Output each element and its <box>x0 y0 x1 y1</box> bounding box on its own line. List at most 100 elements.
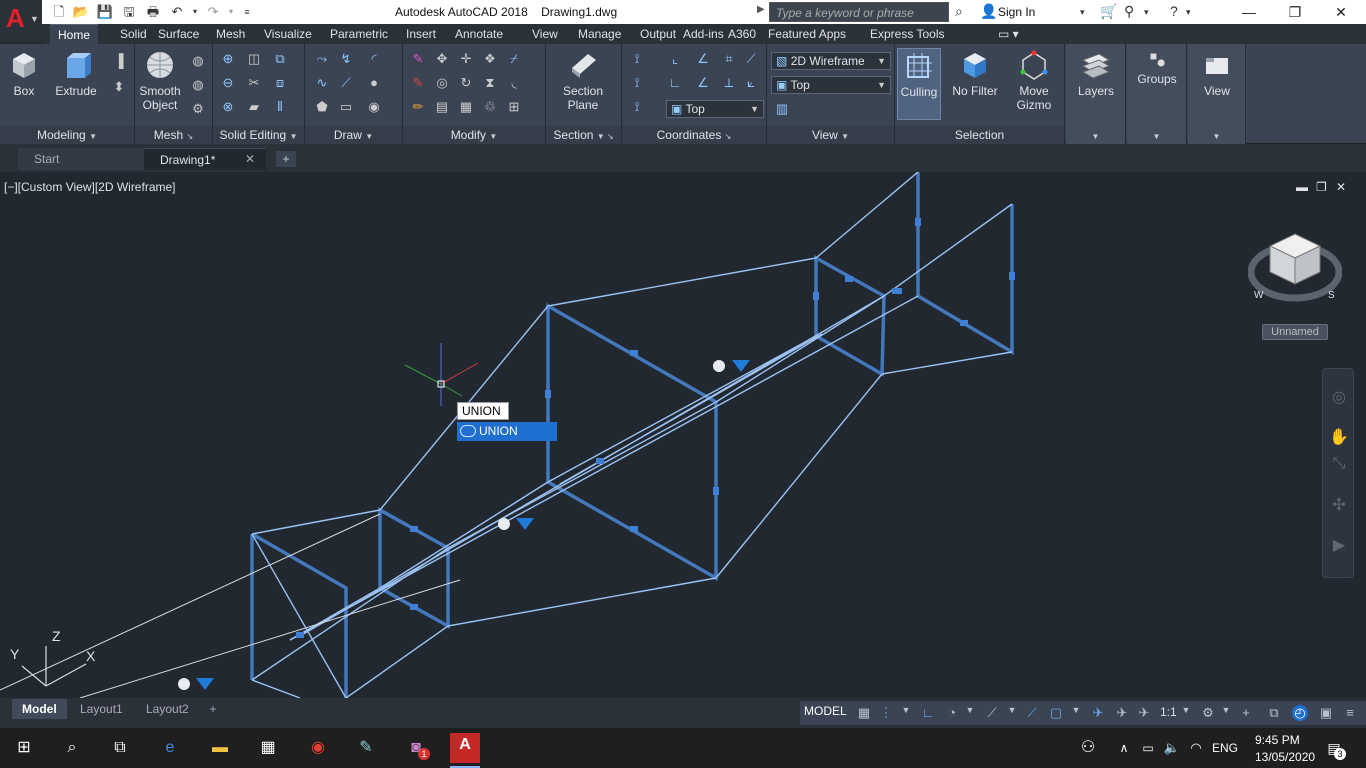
extract-edges-icon[interactable]: ⧈ <box>271 74 289 92</box>
line2-icon[interactable]: ⟋ <box>337 74 355 92</box>
thicken-icon[interactable]: ▰ <box>245 98 263 116</box>
groups-button[interactable]: Groups <box>1133 50 1181 86</box>
solid-history-icon[interactable]: ⧉ <box>271 50 289 68</box>
rectangle-icon[interactable]: ▭ <box>337 98 355 116</box>
binoculars-icon[interactable]: ⌕ <box>955 3 963 20</box>
hardware-acceleration-icon[interactable]: ▣ <box>1318 705 1334 721</box>
polar-dropdown-icon[interactable]: ▼ <box>962 705 978 721</box>
polysolid-icon[interactable]: ▐ <box>110 52 128 70</box>
redo-icon[interactable]: ↷ <box>204 3 222 21</box>
undo-dropdown-icon[interactable]: ▾ <box>186 3 204 21</box>
tab-featured-apps[interactable]: Featured Apps <box>760 24 854 44</box>
language-indicator[interactable]: ENG <box>1212 741 1238 755</box>
visual-style-dropdown[interactable]: ▧ 2D Wireframe ▼ <box>771 52 891 70</box>
move3d-icon[interactable]: ✛ <box>457 50 475 68</box>
orbit-icon[interactable]: ✣ <box>1329 495 1349 515</box>
save-as-icon[interactable]: 🖫 <box>120 3 138 21</box>
plus-icon[interactable]: + <box>1238 705 1254 721</box>
units-icon[interactable]: ⧉ <box>1266 705 1282 721</box>
clock-date[interactable]: 13/05/2020 <box>1255 750 1315 764</box>
circle-icon[interactable]: ● <box>365 74 383 92</box>
tab-insert[interactable]: Insert <box>398 24 444 44</box>
show-hidden-icon[interactable]: ∧ <box>1112 736 1136 760</box>
view-dropdown[interactable]: ▣ Top ▼ <box>771 76 891 94</box>
mesh-panel-title[interactable]: Mesh ↘ <box>135 126 212 144</box>
move-icon[interactable]: ✥ <box>433 50 451 68</box>
line-icon[interactable]: ⤳ <box>313 50 331 68</box>
close-button[interactable]: ✕ <box>1318 0 1364 24</box>
app-menu-button[interactable]: A ▼ <box>0 0 42 42</box>
tab-layout1[interactable]: Layout1 <box>70 699 133 719</box>
help-dropdown-icon[interactable]: ▾ <box>1186 7 1191 18</box>
erase-icon[interactable]: ✎ <box>409 50 427 68</box>
search-expand-icon[interactable]: ▶ <box>757 4 765 15</box>
extrude-button[interactable]: Extrude <box>52 48 100 98</box>
app-dropdown-icon[interactable]: ▾ <box>1144 7 1149 18</box>
mesh-refine-icon[interactable]: ⚙ <box>189 100 207 118</box>
no-filter-button[interactable]: No Filter <box>947 48 1003 98</box>
viewcube[interactable]: W S <box>1248 220 1342 314</box>
workspace-gear-icon[interactable]: ⚙ <box>1200 705 1216 721</box>
subtract-icon[interactable]: ⊖ <box>219 74 237 92</box>
ucs-x-icon[interactable]: ∠ <box>694 50 712 68</box>
annotation-scale-icon[interactable]: ✈ <box>1136 705 1152 721</box>
task-view-icon[interactable]: ⧉ <box>108 736 132 760</box>
rotate3d-icon[interactable]: ◎ <box>433 74 451 92</box>
tab-annotate[interactable]: Annotate <box>447 24 511 44</box>
culling-button[interactable]: Culling <box>897 48 941 120</box>
add-layout-icon[interactable]: + <box>200 699 226 719</box>
view-panel-title[interactable]: View ▼ <box>767 126 894 144</box>
modeling-panel-title[interactable]: Modeling ▼ <box>0 126 134 144</box>
cart-icon[interactable]: 🛒 <box>1100 3 1117 20</box>
smooth-object-button[interactable]: Smooth Object <box>137 48 183 112</box>
steering-wheel-icon[interactable]: ◎ <box>1329 387 1349 407</box>
ucs-zaxis-icon[interactable]: ⟂ <box>720 74 738 92</box>
interfere-icon[interactable]: ◫ <box>245 50 263 68</box>
isodraft-icon[interactable]: ⟋ <box>984 705 1000 721</box>
user-icon[interactable]: 👤 <box>980 3 997 20</box>
paint-icon[interactable]: ✎ <box>354 736 378 760</box>
start-icon[interactable]: ⊞ <box>12 736 36 760</box>
layers-panel[interactable]: Layers ▼ <box>1066 44 1126 144</box>
new-icon[interactable]: 🗋 <box>50 3 68 21</box>
mesh-smooth-more-icon[interactable]: ◍ <box>189 76 207 94</box>
customize-qat-icon[interactable]: ≡ <box>238 3 256 21</box>
command-suggestion-item[interactable]: UNION <box>457 422 557 441</box>
view-dropdown-icon[interactable]: ▼ <box>1188 126 1245 144</box>
erase2-icon[interactable]: ✎ <box>409 74 427 92</box>
tab-parametric[interactable]: Parametric <box>322 24 396 44</box>
wireframe-model[interactable] <box>0 172 1366 698</box>
help-icon[interactable]: ? <box>1170 3 1178 19</box>
tab-a360[interactable]: A360 <box>720 24 764 44</box>
close-tab-icon[interactable]: ✕ <box>245 152 255 166</box>
osnap-icon[interactable]: ▢ <box>1048 705 1064 721</box>
autocad-taskbar-icon[interactable]: A <box>450 733 480 763</box>
viewport-label[interactable]: [−][Custom View][2D Wireframe] <box>4 180 176 194</box>
polygon-icon[interactable]: ⬟ <box>313 98 331 116</box>
ucs-icon[interactable]: ⟟ <box>628 50 646 68</box>
ucs-face-icon[interactable]: ⟋ <box>742 50 760 68</box>
signin-dropdown-icon[interactable]: ▾ <box>1080 7 1085 18</box>
separate-icon[interactable]: ⫴ <box>271 98 289 116</box>
tab-surface[interactable]: Surface <box>150 24 207 44</box>
ucs-origin-icon[interactable]: ⟟ <box>628 74 646 92</box>
named-ucs-dropdown[interactable]: Unnamed <box>1262 324 1328 340</box>
arc-icon[interactable]: ◜ <box>365 50 383 68</box>
hatch-icon[interactable]: ◉ <box>365 98 383 116</box>
groups-panel[interactable]: Groups ▼ <box>1127 44 1187 144</box>
drawing-viewport[interactable]: [−][Custom View][2D Wireframe] ▬ ❐ ✕ Z Y… <box>0 172 1366 698</box>
pan-icon[interactable]: ✋ <box>1329 427 1349 447</box>
align-icon[interactable]: ▤ <box>433 98 451 116</box>
spline-icon[interactable]: ∿ <box>313 74 331 92</box>
tab-layout2[interactable]: Layout2 <box>136 699 199 719</box>
viewport-minimize-icon[interactable]: ▬ <box>1296 180 1308 194</box>
restore-button[interactable]: ❐ <box>1272 0 1318 24</box>
trim-icon[interactable]: ⌿ <box>505 50 523 68</box>
solid-editing-panel-title[interactable]: Solid Editing ▼ <box>213 126 304 144</box>
model-space-button[interactable]: MODEL <box>804 704 847 718</box>
box-button[interactable]: Box <box>4 48 44 98</box>
tab-visualize[interactable]: Visualize <box>256 24 320 44</box>
fillet-icon[interactable]: ◟ <box>505 74 523 92</box>
grid-icon[interactable]: ▦ <box>856 705 872 721</box>
groups-dropdown-icon[interactable]: ▼ <box>1127 126 1186 144</box>
